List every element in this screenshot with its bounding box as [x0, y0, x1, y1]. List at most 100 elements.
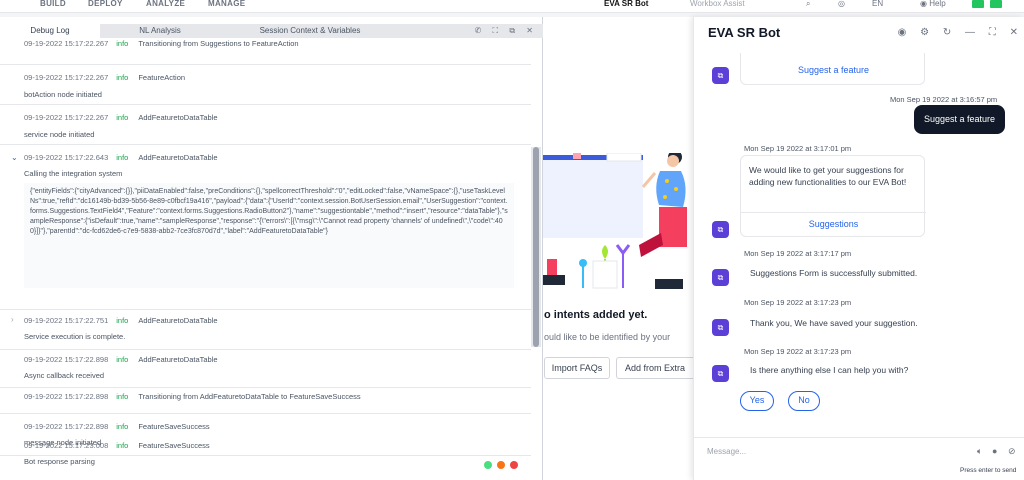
tab-nl-analysis[interactable]: NL Analysis — [100, 24, 220, 38]
log-level: info — [116, 422, 129, 431]
log-entry[interactable]: 09-19-2022 15:17:22.898 info AddFeaturetoD… — [0, 350, 531, 388]
log-event: FeatureAction — [138, 73, 186, 82]
expand-icon[interactable]: ⛶ — [989, 27, 996, 38]
empty-state-title: o intents added yet. — [544, 309, 648, 321]
status-dots — [484, 461, 521, 471]
bot-timestamp: Mon Sep 19 2022 at 3:17:23 pm — [744, 298, 852, 307]
close-icon[interactable]: ✕ — [526, 26, 533, 35]
chat-title: EVA SR Bot — [708, 25, 781, 40]
bot-avatar: ⧉ — [712, 365, 729, 382]
message-input[interactable]: Message... — [707, 447, 746, 456]
top-navigation: BUILD DEPLOY ANALYZE MANAGE EVA SR Bot W… — [0, 0, 1024, 13]
log-entry[interactable]: 09-19-2022 15:17:23.008 info FeatureSaveSu… — [0, 435, 531, 466]
nav-deploy[interactable]: DEPLOY — [88, 0, 123, 8]
bot-timestamp: Mon Sep 19 2022 at 3:17:01 pm — [744, 144, 852, 153]
help-link[interactable]: ◉ Help — [920, 0, 946, 8]
debug-tab-icons: ✆ ⛶ ⧉ ✕ — [466, 24, 533, 38]
log-description: botAction node initiated — [24, 90, 102, 99]
debug-scrollbar[interactable] — [531, 147, 541, 347]
help-circle-icon[interactable]: ◎ — [838, 0, 845, 8]
log-time: 09-19-2022 15:17:23.008 — [24, 441, 109, 450]
log-entry[interactable]: 09-19-2022 15:17:22.267 info Transitioning… — [0, 38, 531, 65]
log-time: 09-19-2022 15:17:22.898 — [24, 422, 109, 431]
log-entry[interactable]: 09-19-2022 15:17:22.898 info Transitioning… — [0, 388, 531, 414]
log-description: Bot response parsing — [24, 457, 95, 466]
log-entry[interactable]: › 09-19-2022 15:17:22.751 info AddFeaturet… — [0, 310, 531, 350]
phone-icon[interactable]: ✆ — [475, 26, 482, 35]
log-event: AddFeaturetoDataTable — [138, 316, 218, 325]
debug-tabs: Debug Log NL Analysis Session Context & … — [0, 24, 543, 38]
user-message: Suggest a feature — [914, 105, 1005, 134]
add-from-extract-button[interactable]: Add from Extra — [616, 357, 693, 379]
tab-session-context[interactable]: Session Context & Variables — [220, 24, 400, 38]
chevron-down-icon[interactable]: ⌄ — [11, 153, 18, 162]
gear-icon[interactable]: ⚙ — [920, 27, 929, 38]
chevron-right-icon[interactable]: › — [11, 315, 14, 324]
bot-timestamp: Mon Sep 19 2022 at 3:17:17 pm — [744, 249, 852, 258]
bot-avatar: ⧉ — [712, 67, 729, 84]
log-entry[interactable]: 09-19-2022 15:17:22.267 info AddFeaturetoD… — [0, 105, 531, 145]
user-timestamp: Mon Sep 19 2022 at 3:16:57 pm — [890, 95, 998, 104]
quick-reply-yes[interactable]: Yes — [740, 391, 774, 411]
log-payload: {"entityFields":{"cityAdvanced":{}},"pii… — [24, 183, 514, 288]
log-time: 09-19-2022 15:17:22.267 — [24, 73, 109, 82]
status-dot-red — [510, 461, 519, 469]
expand-icon[interactable]: ⛶ — [493, 26, 499, 35]
log-event: FeatureSaveSuccess — [138, 441, 210, 450]
tab-debug-log[interactable]: Debug Log — [0, 24, 100, 38]
scroll-thumb[interactable] — [533, 147, 539, 347]
log-description: service node initiated — [24, 130, 95, 139]
import-faqs-button[interactable]: Import FAQs — [544, 357, 610, 379]
log-level: info — [116, 73, 129, 82]
log-level: info — [116, 441, 129, 450]
debug-panel: Debug Log NL Analysis Session Context & … — [0, 17, 543, 480]
log-event: AddFeaturetoDataTable — [138, 113, 218, 122]
log-time: 09-19-2022 15:17:22.898 — [24, 355, 109, 364]
bot-avatar: ⧉ — [712, 319, 729, 336]
card-divider — [741, 212, 926, 213]
search-icon[interactable]: ⌕ — [806, 0, 810, 8]
chat-widget: EVA SR Bot ◉ ⚙ ↻ — ⛶ ✕ ⧉ Suggest a featu… — [693, 17, 1024, 480]
log-time: 09-19-2022 15:17:22.267 — [24, 113, 109, 122]
chat-input-bar: Message... 🔈︎ ● ⊘ — [694, 437, 1024, 465]
log-level: info — [116, 316, 129, 325]
log-level: info — [116, 39, 129, 48]
log-entry[interactable]: 09-19-2022 15:17:22.267 info FeatureAction… — [0, 65, 531, 105]
bot-timestamp: Mon Sep 19 2022 at 3:17:23 pm — [744, 347, 852, 356]
bot-subtitle: Workbox Assist — [690, 0, 745, 8]
bot-message-text: Suggestions Form is successfully submitt… — [750, 268, 918, 278]
chat-header-icons: ◉ ⚙ ↻ — ⛶ ✕ — [887, 27, 1018, 38]
bot-card: Suggest a feature — [740, 53, 925, 85]
debug-log-list: 09-19-2022 15:17:22.267 info Transitioning… — [0, 38, 531, 458]
bot-name[interactable]: EVA SR Bot — [604, 0, 648, 8]
speaker-icon[interactable]: 🔈︎ — [977, 446, 982, 457]
log-event: AddFeaturetoDataTable — [138, 153, 218, 162]
suggest-feature-link[interactable]: Suggest a feature — [741, 65, 926, 75]
bot-message-text: Thank you, We have saved your suggestion… — [750, 318, 918, 328]
refresh-icon[interactable]: ↻ — [943, 27, 951, 38]
attachment-icon[interactable]: ⊘ — [1008, 446, 1016, 457]
log-time: 09-19-2022 15:17:22.751 — [24, 316, 109, 325]
record-icon[interactable]: ◉ — [898, 27, 907, 38]
help-label: Help — [929, 0, 946, 8]
quick-reply-no[interactable]: No — [788, 391, 820, 411]
minimize-icon[interactable]: — — [965, 27, 975, 38]
bot-message-card: We would like to get your suggestions fo… — [740, 155, 926, 237]
popout-icon[interactable]: ⧉ — [509, 26, 515, 35]
log-event: Transitioning from AddFeaturetoDataTable… — [138, 392, 361, 401]
nav-analyze[interactable]: ANALYZE — [146, 0, 185, 8]
log-level: info — [116, 392, 129, 401]
log-event: AddFeaturetoDataTable — [138, 355, 218, 364]
bot-message-text: Is there anything else I can help you wi… — [750, 365, 909, 375]
green-action-button-2[interactable] — [990, 0, 1002, 8]
language-selector[interactable]: EN — [872, 0, 883, 8]
green-action-button[interactable] — [972, 0, 984, 8]
close-icon[interactable]: ✕ — [1010, 27, 1018, 38]
nav-manage[interactable]: MANAGE — [208, 0, 245, 8]
microphone-icon[interactable]: ● — [992, 446, 997, 456]
log-time: 09-19-2022 15:17:22.267 — [24, 39, 109, 48]
suggestions-button[interactable]: Suggestions — [741, 219, 926, 229]
log-description: Service execution is complete. — [24, 332, 126, 341]
status-dot-green — [484, 461, 492, 469]
nav-build[interactable]: BUILD — [40, 0, 66, 8]
